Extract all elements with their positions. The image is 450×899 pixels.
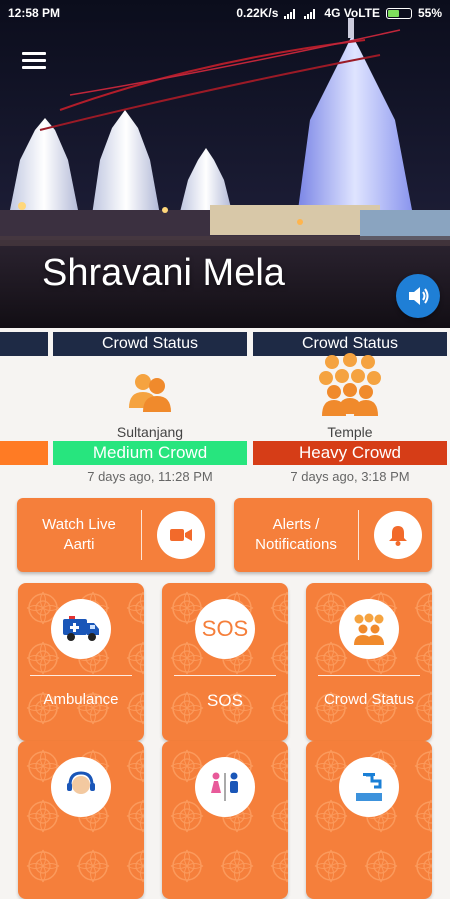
crowd-level-badge: Medium Crowd [53, 441, 247, 465]
signal-icon [304, 8, 316, 19]
divider [358, 510, 359, 560]
hamburger-menu-icon[interactable] [22, 50, 48, 70]
ambulance-tile[interactable]: Ambulance [18, 583, 144, 741]
crowd-medium-icon [53, 364, 247, 420]
sound-button[interactable] [396, 274, 440, 318]
helpline-tile[interactable] [18, 741, 144, 899]
network-type: 4G VoLTE [324, 6, 380, 20]
crowd-card[interactable]: Crowd Status Sultanjang Medium Crowd 7 d… [53, 328, 247, 488]
video-camera-icon [157, 511, 205, 559]
crowd-location: Temple [327, 424, 373, 440]
crowd-timestamp: 7 days ago, 11:28 PM [87, 469, 213, 484]
watch-live-aarti-label: Watch Live Aarti [42, 516, 116, 553]
crowd-location: Sultanjang [116, 424, 184, 440]
watch-live-aarti-button[interactable]: Watch Live Aarti [17, 498, 215, 572]
signal-icon [284, 8, 296, 19]
water-tap-tile[interactable] [306, 741, 432, 899]
helpline-icon [51, 757, 111, 817]
crowd-timestamp: 7 days ago, 3:18 PM [290, 469, 410, 484]
divider [30, 675, 132, 676]
status-time: 12:58 PM [8, 6, 61, 20]
crowd-icon [339, 599, 399, 659]
page-title: Shravani Mela [42, 252, 285, 294]
crowd-card[interactable]: Crowd Status Temple Heavy Crowd 7 days a… [253, 328, 447, 488]
crowd-status-tile[interactable]: Crowd Status [306, 583, 432, 741]
alerts-notifications-label: Alerts / Notifications [255, 516, 337, 553]
water-tap-icon [339, 757, 399, 817]
crowd-card-header [0, 332, 48, 356]
divider [141, 510, 142, 560]
status-bar: 12:58 PM 0.22K/s 4G VoLTE 55% [0, 0, 450, 26]
tile-label: Crowd Status [323, 691, 415, 708]
bell-icon [374, 511, 422, 559]
sos-tile[interactable]: SOS SOS [162, 583, 288, 741]
network-speed: 0.22K/s [236, 6, 279, 20]
crowd-status-carousel[interactable]: Crowd Status Sultanjang Medium Crowd 7 d… [0, 328, 450, 493]
ambulance-icon [51, 599, 111, 659]
battery-percent: 55% [417, 6, 442, 20]
crowd-card[interactable] [0, 328, 48, 488]
restroom-icon [195, 757, 255, 817]
alerts-notifications-button[interactable]: Alerts / Notifications [234, 498, 432, 572]
sos-icon: SOS [195, 599, 255, 659]
crowd-card-header: Crowd Status [53, 332, 247, 356]
tile-label: Ambulance [43, 691, 119, 708]
crowd-level-badge: Heavy Crowd [253, 441, 447, 465]
crowd-heavy-icon [253, 348, 447, 420]
restroom-tile[interactable] [162, 741, 288, 899]
tile-label: SOS [207, 691, 243, 710]
divider [318, 675, 420, 676]
speaker-icon [409, 287, 429, 305]
battery-icon [385, 7, 412, 19]
crowd-level-badge [0, 441, 48, 465]
divider [174, 675, 276, 676]
sos-icon-text: SOS [201, 616, 249, 641]
